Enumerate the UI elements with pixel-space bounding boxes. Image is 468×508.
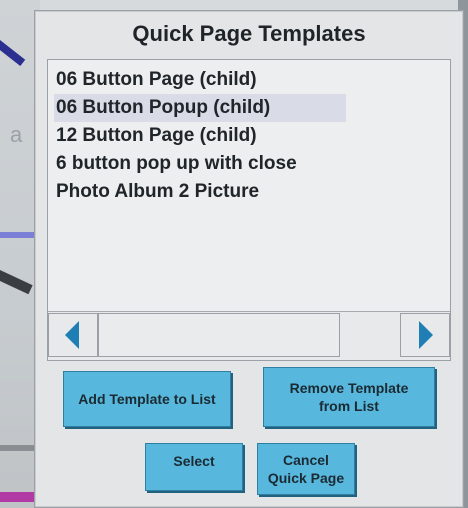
background-line xyxy=(0,445,36,451)
dialog-title: Quick Page Templates xyxy=(132,21,366,46)
select-label: Select xyxy=(173,453,215,469)
chevron-right-icon xyxy=(419,321,433,349)
template-listbox[interactable]: 06 Button Page (child) 06 Button Popup (… xyxy=(47,59,451,361)
list-item[interactable]: Photo Album 2 Picture xyxy=(54,178,444,206)
background-line xyxy=(0,232,36,238)
cancel-quick-page-label: Cancel Quick Page xyxy=(267,452,345,486)
background-text: a xyxy=(10,122,23,147)
scroll-left-button[interactable] xyxy=(48,313,98,357)
remove-template-label: Remove Template from List xyxy=(289,380,409,414)
cancel-quick-page-button[interactable]: Cancel Quick Page xyxy=(257,443,355,495)
add-template-label: Add Template to List xyxy=(78,391,216,407)
list-item[interactable]: 12 Button Page (child) xyxy=(54,122,444,150)
chevron-left-icon xyxy=(65,321,79,349)
screen: a Quick Page Templates 06 Button Page (c… xyxy=(0,0,468,508)
template-list: 06 Button Page (child) 06 Button Popup (… xyxy=(54,66,444,206)
list-item[interactable]: 6 button pop up with close xyxy=(54,150,444,178)
scroll-right-button[interactable] xyxy=(400,313,450,357)
list-item-selected[interactable]: 06 Button Popup (child) xyxy=(54,94,346,122)
add-template-button[interactable]: Add Template to List xyxy=(63,371,231,427)
quick-page-templates-dialog: Quick Page Templates 06 Button Page (chi… xyxy=(34,10,464,508)
remove-template-button[interactable]: Remove Template from List xyxy=(263,367,435,427)
select-button[interactable]: Select xyxy=(145,443,243,491)
horizontal-scrollbar[interactable] xyxy=(48,311,450,360)
list-item[interactable]: 06 Button Page (child) xyxy=(54,66,444,94)
scroll-thumb[interactable] xyxy=(98,313,340,357)
